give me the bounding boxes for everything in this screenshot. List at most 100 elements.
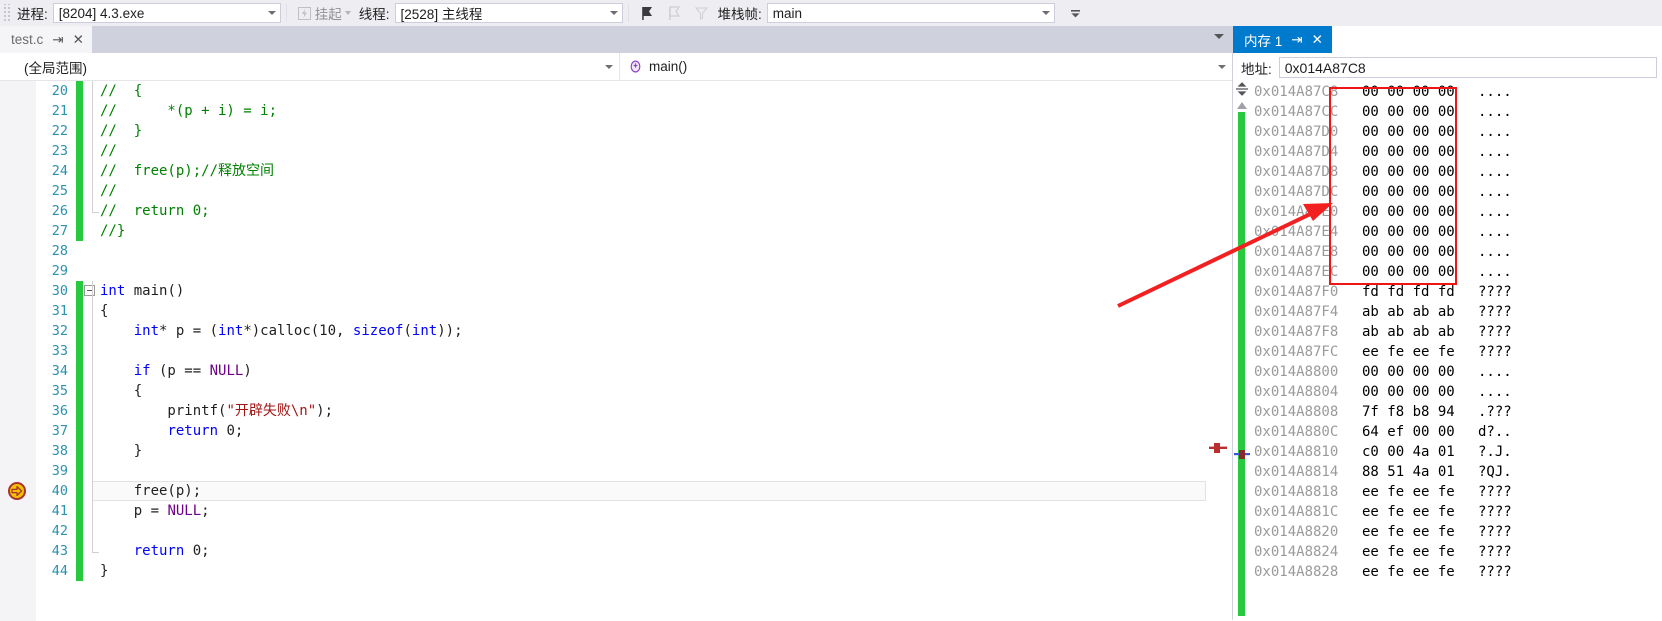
scroll-up-arrow-icon[interactable] xyxy=(1233,98,1251,112)
code-line[interactable]: 37 return 0; xyxy=(0,421,1232,441)
memory-row[interactable]: 0x014A8800 00 00 00 00.... xyxy=(1251,362,1662,382)
chevron-down-icon[interactable] xyxy=(605,64,613,69)
code-line[interactable]: 31 { xyxy=(0,301,1232,321)
code-token: int xyxy=(411,323,438,339)
memory-row[interactable]: 0x014A8804 00 00 00 00.... xyxy=(1251,382,1662,402)
memory-ascii: .... xyxy=(1478,244,1512,260)
memory-row[interactable]: 0x014A87E0 00 00 00 00.... xyxy=(1251,202,1662,222)
code-line[interactable]: 24 // free(p);//释放空间 xyxy=(0,161,1232,181)
editor-vertical-scrollbar[interactable] xyxy=(1206,81,1232,621)
editor-scrollbar-position-marker[interactable] xyxy=(1209,441,1227,453)
show-flagged-only-button[interactable] xyxy=(690,4,713,23)
code-token: { xyxy=(100,383,143,399)
chevron-down-icon[interactable] xyxy=(344,11,351,15)
code-line[interactable]: 20 // { xyxy=(0,81,1232,101)
current-statement-highlight xyxy=(92,481,1206,501)
code-line[interactable]: 32 int* p = (int*)calloc(10, sizeof(int)… xyxy=(0,321,1232,341)
chevron-down-icon[interactable] xyxy=(609,11,618,15)
chevron-down-icon[interactable] xyxy=(267,11,276,15)
collapse-outline-icon[interactable] xyxy=(84,285,95,296)
tab-overflow-chevron-icon[interactable] xyxy=(1214,34,1224,39)
memory-row[interactable]: 0x014A8824 ee fe ee fe???? xyxy=(1251,542,1662,562)
drag-grip[interactable] xyxy=(2,4,12,22)
code-line[interactable]: 35 { xyxy=(0,381,1232,401)
code-line[interactable]: 30 int main() xyxy=(0,281,1232,301)
thread-combobox[interactable]: [2528] 主线程 xyxy=(394,3,623,23)
code-line[interactable]: 28 xyxy=(0,241,1232,261)
toolbar-overflow-button[interactable] xyxy=(1065,5,1086,22)
memory-row[interactable]: 0x014A87CC 00 00 00 00.... xyxy=(1251,102,1662,122)
memory-hex-bytes: 00 00 00 00 xyxy=(1362,224,1455,240)
memory-row[interactable]: 0x014A87EC 00 00 00 00.... xyxy=(1251,262,1662,282)
memory-hex-bytes: ee fe ee fe xyxy=(1362,504,1455,520)
unflag-thread-button[interactable] xyxy=(663,4,686,23)
split-handle-icon[interactable] xyxy=(1233,82,1251,96)
memory-address: 0x014A87F4 xyxy=(1254,304,1339,320)
memory-row[interactable]: 0x014A8810 c0 00 4a 01 ?.J. xyxy=(1251,442,1662,462)
editor-tab-test-c[interactable]: test.c ⇥ ✕ xyxy=(0,26,92,53)
memory-row[interactable]: 0x014A87E8 00 00 00 00.... xyxy=(1251,242,1662,262)
code-line[interactable]: 38 } xyxy=(0,441,1232,461)
member-combobox[interactable]: main() xyxy=(620,53,1232,80)
memory-hex-bytes: 00 00 00 00 xyxy=(1362,244,1455,260)
memory-row[interactable]: 0x014A8814 88 51 4a 01 ?QJ. xyxy=(1251,462,1662,482)
address-input[interactable]: 0x014A87C8 xyxy=(1278,57,1657,78)
chevron-down-icon[interactable] xyxy=(1218,64,1226,69)
scope-combobox[interactable]: (全局范围) xyxy=(0,53,620,80)
toolbar-separator xyxy=(627,4,629,22)
memory-row[interactable]: 0x014A87C8 00 00 00 00.... xyxy=(1251,82,1662,102)
breakpoint-current-statement-icon[interactable] xyxy=(8,482,26,500)
code-line[interactable]: 26 // return 0; xyxy=(0,201,1232,221)
pin-icon[interactable]: ⇥ xyxy=(52,33,63,47)
memory-hex-bytes: ab ab ab ab xyxy=(1362,324,1455,340)
memory-scrollbar-position-marker[interactable] xyxy=(1234,447,1250,459)
memory-row[interactable]: 0x014A87F4 ab ab ab ab???? xyxy=(1251,302,1662,322)
close-icon[interactable]: ✕ xyxy=(73,33,84,47)
change-margin-indicator xyxy=(76,321,83,341)
code-line[interactable]: 42 xyxy=(0,521,1232,541)
code-surface[interactable]: 20// {21// *(p + i) = i; 22// } 23//24// f… xyxy=(0,81,1232,621)
memory-tab-1[interactable]: 内存 1 ⇥ ✕ xyxy=(1233,26,1332,53)
code-line[interactable]: 40 free(p); xyxy=(0,481,1232,501)
memory-vertical-scrollbar[interactable] xyxy=(1233,82,1251,616)
memory-row[interactable]: 0x014A87D4 00 00 00 00.... xyxy=(1251,142,1662,162)
memory-row[interactable]: 0x014A881C ee fe ee fe???? xyxy=(1251,502,1662,522)
memory-address: 0x014A8828 xyxy=(1254,564,1339,580)
code-line[interactable]: 25 // xyxy=(0,181,1232,201)
address-label: 地址: xyxy=(1241,61,1272,77)
chevron-down-icon[interactable] xyxy=(1041,11,1050,15)
code-line[interactable]: 23 // xyxy=(0,141,1232,161)
code-line[interactable]: 43 return 0; xyxy=(0,541,1232,561)
memory-row[interactable]: 0x014A87DC 00 00 00 00.... xyxy=(1251,182,1662,202)
code-line[interactable]: 21 // *(p + i) = i; xyxy=(0,101,1232,121)
memory-row[interactable]: 0x014A87F8 ab ab ab ab???? xyxy=(1251,322,1662,342)
code-token: NULL xyxy=(209,363,244,379)
memory-hex-bytes: 00 00 00 00 xyxy=(1362,144,1455,160)
memory-content[interactable]: 0x014A87C8 00 00 00 00.... 0x014A87CC 00 00… xyxy=(1233,82,1662,616)
pin-icon[interactable]: ⇥ xyxy=(1291,33,1302,47)
code-line[interactable]: 27 //} xyxy=(0,221,1232,241)
code-line[interactable]: 22 // } xyxy=(0,121,1232,141)
code-line[interactable]: 39 xyxy=(0,461,1232,481)
memory-row[interactable]: 0x014A8808 7f f8 b8 94.??? xyxy=(1251,402,1662,422)
code-line[interactable]: 33 xyxy=(0,341,1232,361)
memory-row[interactable]: 0x014A8818 ee fe ee fe???? xyxy=(1251,482,1662,502)
memory-row[interactable]: 0x014A87D0 00 00 00 00.... xyxy=(1251,122,1662,142)
code-line[interactable]: 29 xyxy=(0,261,1232,281)
memory-row[interactable]: 0x014A87F0 fd fd fd fd???? xyxy=(1251,282,1662,302)
code-line[interactable]: 36 printf("开辟失败\n"); xyxy=(0,401,1232,421)
suspend-button[interactable]: 挂起 xyxy=(294,2,354,24)
code-line[interactable]: 44} xyxy=(0,561,1232,581)
memory-row[interactable]: 0x014A8820 ee fe ee fe???? xyxy=(1251,522,1662,542)
memory-row[interactable]: 0x014A8828 ee fe ee fe???? xyxy=(1251,562,1662,582)
memory-row[interactable]: 0x014A87E4 00 00 00 00.... xyxy=(1251,222,1662,242)
stackframe-combobox[interactable]: main xyxy=(766,3,1055,23)
memory-row[interactable]: 0x014A87FC ee fe ee fe???? xyxy=(1251,342,1662,362)
code-line[interactable]: 41 p = NULL; xyxy=(0,501,1232,521)
memory-row[interactable]: 0x014A880C 64 ef 00 00 d?.. xyxy=(1251,422,1662,442)
code-line[interactable]: 34 if (p == NULL) xyxy=(0,361,1232,381)
close-icon[interactable]: ✕ xyxy=(1312,33,1323,47)
memory-row[interactable]: 0x014A87D8 00 00 00 00.... xyxy=(1251,162,1662,182)
process-combobox[interactable]: [8204] 4.3.exe xyxy=(52,3,281,23)
flag-thread-button[interactable] xyxy=(636,4,659,23)
